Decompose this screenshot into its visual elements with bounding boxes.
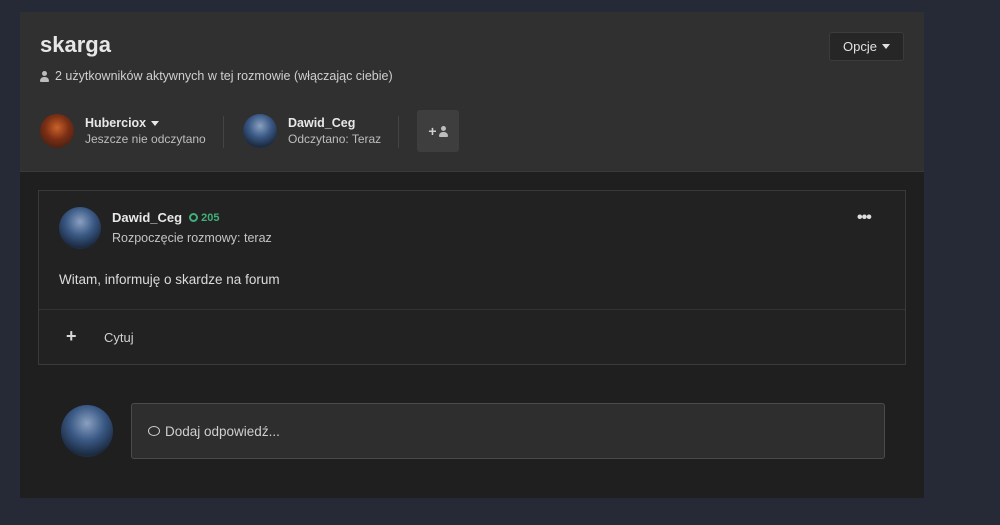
more-options-icon[interactable]: •••	[857, 209, 872, 227]
comment-icon	[148, 426, 160, 436]
participant-dawid-ceg[interactable]: Dawid_Ceg Odczytano: Teraz	[243, 113, 381, 149]
plus-icon[interactable]: +	[66, 327, 77, 345]
reply-input[interactable]: Dodaj odpowiedź...	[131, 403, 885, 459]
active-users-text: 2 użytkowników aktywnych w tej rozmowie …	[55, 69, 393, 83]
post-footer: + Cytuj	[39, 309, 905, 365]
active-users-line: 2 użytkowników aktywnych w tej rozmowie …	[40, 69, 393, 83]
avatar	[61, 405, 113, 457]
avatar[interactable]	[243, 114, 277, 148]
options-button[interactable]: Opcje	[829, 32, 904, 61]
participant-huberciox[interactable]: Huberciox Jeszcze nie odczytano	[40, 113, 206, 149]
conversation-title: skarga	[40, 32, 111, 57]
participant-status: Jeszcze nie odczytano	[85, 132, 206, 146]
message-post: Dawid_Ceg 205 Rozpoczęcie rozmowy: teraz…	[38, 190, 906, 365]
divider	[223, 116, 224, 148]
participant-status: Odczytano: Teraz	[288, 132, 382, 146]
add-participant-button[interactable]: +	[417, 110, 459, 152]
quote-button[interactable]: Cytuj	[104, 330, 134, 345]
avatar[interactable]	[59, 207, 101, 249]
user-icon	[40, 70, 49, 82]
reply-placeholder: Dodaj odpowiedź...	[165, 423, 280, 439]
user-icon	[438, 125, 448, 137]
participant-name[interactable]: Huberciox	[85, 116, 206, 130]
plus-icon: +	[428, 123, 437, 139]
divider	[398, 116, 399, 148]
participant-name[interactable]: Dawid_Ceg	[288, 116, 381, 130]
reputation-badge: 205	[189, 212, 219, 224]
caret-down-icon	[151, 120, 160, 126]
post-date: Rozpoczęcie rozmowy: teraz	[112, 231, 272, 245]
avatar[interactable]	[40, 114, 74, 148]
post-body: Witam, informuję o skardze na forum	[59, 272, 280, 287]
conversation-header: skarga Opcje 2 użytkowników aktywnych w …	[20, 12, 924, 172]
post-author[interactable]: Dawid_Ceg	[112, 210, 182, 225]
caret-down-icon	[881, 44, 890, 49]
options-label: Opcje	[843, 39, 877, 54]
post-author-line: Dawid_Ceg 205	[112, 210, 219, 225]
conversation-panel: skarga Opcje 2 użytkowników aktywnych w …	[20, 12, 924, 498]
reputation-icon	[189, 213, 199, 222]
